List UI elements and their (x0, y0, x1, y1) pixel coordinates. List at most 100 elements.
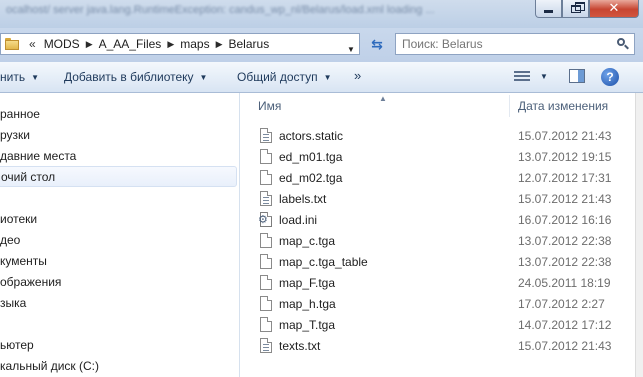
dropdown-arrow-icon: ▼ (31, 73, 39, 82)
minimize-button[interactable] (535, 0, 562, 18)
search-input[interactable] (396, 36, 604, 52)
file-date: 16.07.2012 16:16 (518, 213, 612, 227)
column-header-name[interactable]: Имя (258, 99, 281, 113)
chevron-right-icon[interactable]: ▶ (167, 39, 174, 50)
breadcrumb-overflow[interactable]: « (29, 37, 36, 51)
file-name: map_F.tga (279, 276, 336, 290)
add-to-library-menu[interactable]: Добавить в библиотеку ▼ (64, 70, 207, 84)
file-icon (260, 254, 272, 269)
file-name: map_c.tga (279, 234, 336, 248)
nav-item-recent-places[interactable]: давние места (0, 146, 76, 167)
file-icon (260, 149, 272, 164)
file-date: 17.07.2012 2:27 (518, 297, 605, 311)
breadcrumb-mods[interactable]: MODS (44, 37, 80, 51)
help-icon[interactable]: ? (601, 68, 619, 86)
navigation-pane: ранное рузки давние места очий стол иоте… (0, 93, 240, 377)
chevron-right-icon[interactable]: ▶ (216, 39, 223, 50)
file-date: 13.07.2012 22:38 (518, 255, 612, 269)
file-date: 12.07.2012 17:31 (518, 171, 612, 185)
nav-item-computer[interactable]: ьютер (0, 335, 34, 356)
breadcrumb-maps[interactable]: maps (180, 37, 209, 51)
address-bar[interactable]: « MODS ▶ A_AA_Files ▶ maps ▶ Belarus ▼ (0, 33, 360, 55)
file-date: 14.07.2012 17:12 (518, 318, 612, 332)
file-row[interactable]: actors.static 15.07.2012 21:43 (241, 125, 635, 146)
share-menu[interactable]: Общий доступ ▼ (237, 70, 332, 84)
text-file-icon (260, 191, 272, 206)
nav-item-documents[interactable]: кументы (0, 251, 47, 272)
change-view-button[interactable]: ▼ (514, 70, 548, 82)
nav-item-favorites[interactable]: ранное (0, 104, 40, 125)
file-row[interactable]: ed_m01.tga 13.07.2012 19:15 (241, 146, 635, 167)
file-date: 15.07.2012 21:43 (518, 129, 612, 143)
file-row[interactable]: load.ini 16.07.2012 16:16 (241, 209, 635, 230)
nav-item-music[interactable]: зыка (0, 293, 26, 314)
file-date: 24.05.2011 18:19 (518, 276, 611, 290)
organize-menu[interactable]: нить ▼ (0, 70, 39, 84)
nav-item-video[interactable]: део (0, 230, 20, 251)
preview-pane-icon[interactable] (569, 69, 585, 83)
file-date: 13.07.2012 22:38 (518, 234, 612, 248)
file-row[interactable]: map_F.tga 24.05.2011 18:19 (241, 272, 635, 293)
file-name: map_c.tga_table (279, 255, 368, 269)
title-bar: ocalhost/ server java.lang.RuntimeExcept… (0, 0, 643, 28)
share-label: Общий доступ (237, 70, 318, 84)
file-icon (260, 275, 272, 290)
file-row[interactable]: map_c.tga 13.07.2012 22:38 (241, 230, 635, 251)
command-bar: нить ▼ Добавить в библиотеку ▼ Общий досту… (0, 62, 643, 93)
file-name: labels.txt (279, 192, 327, 206)
text-file-icon (260, 128, 272, 143)
organize-label: нить (0, 70, 26, 84)
file-name: ed_m02.tga (279, 171, 343, 185)
refresh-icon: ⇆ (371, 35, 383, 52)
nav-item-desktop[interactable]: очий стол (0, 166, 237, 187)
settings-file-icon (258, 212, 272, 227)
text-file-icon (260, 338, 272, 353)
view-details-icon (514, 70, 530, 82)
file-row[interactable]: labels.txt 15.07.2012 21:43 (241, 188, 635, 209)
file-row[interactable]: map_h.tga 17.07.2012 2:27 (241, 293, 635, 314)
restore-icon (570, 1, 585, 13)
column-header-row: ▲ Имя Дата изменения (241, 93, 635, 118)
file-icon (260, 170, 272, 185)
file-name: actors.static (279, 129, 344, 143)
breadcrumb-a-aa-files[interactable]: A_AA_Files (99, 37, 162, 51)
address-row: « MODS ▶ A_AA_Files ▶ maps ▶ Belarus ▼ ⇆ (0, 28, 643, 62)
column-header-date[interactable]: Дата изменения (518, 99, 608, 113)
nav-item-libraries[interactable]: иотеки (0, 209, 37, 230)
minimize-icon (544, 10, 553, 13)
file-name: texts.txt (279, 339, 321, 353)
dropdown-arrow-icon: ▼ (323, 73, 332, 82)
maximize-button[interactable] (562, 0, 589, 18)
file-icon (260, 296, 272, 311)
dropdown-arrow-icon: ▼ (199, 73, 208, 82)
refresh-button[interactable]: ⇆ (366, 34, 388, 54)
address-dropdown-icon[interactable]: ▼ (347, 45, 355, 54)
file-date: 15.07.2012 21:43 (518, 192, 612, 206)
file-name: load.ini (279, 213, 318, 227)
file-row[interactable]: map_c.tga_table 13.07.2012 22:38 (241, 251, 635, 272)
folder-icon (5, 38, 19, 50)
add-to-library-label: Добавить в библиотеку (64, 70, 194, 84)
search-icon[interactable] (616, 37, 630, 51)
nav-item-downloads[interactable]: рузки (0, 125, 30, 146)
nav-item-pictures[interactable]: ображения (0, 272, 61, 293)
file-name: ed_m01.tga (279, 150, 343, 164)
chevron-right-icon[interactable]: ▶ (86, 39, 93, 50)
file-date: 13.07.2012 19:15 (518, 150, 612, 164)
vertical-scrollbar[interactable] (635, 93, 643, 377)
search-box[interactable] (395, 33, 635, 55)
sort-ascending-icon: ▲ (379, 94, 387, 103)
more-commands-button[interactable]: » (354, 68, 361, 83)
file-name: map_T.tga (279, 318, 336, 332)
file-row[interactable]: texts.txt 15.07.2012 21:43 (241, 335, 635, 356)
breadcrumb-belarus[interactable]: Belarus (229, 37, 270, 51)
file-date: 15.07.2012 21:43 (518, 339, 612, 353)
file-icon (260, 233, 272, 248)
file-icon (260, 317, 272, 332)
file-name: map_h.tga (279, 297, 336, 311)
close-button[interactable]: ✕ (589, 0, 639, 18)
nav-item-local-disk-c[interactable]: кальный диск (C:) (0, 356, 99, 377)
file-row[interactable]: map_T.tga 14.07.2012 17:12 (241, 314, 635, 335)
column-divider[interactable] (509, 95, 510, 117)
file-row[interactable]: ed_m02.tga 12.07.2012 17:31 (241, 167, 635, 188)
